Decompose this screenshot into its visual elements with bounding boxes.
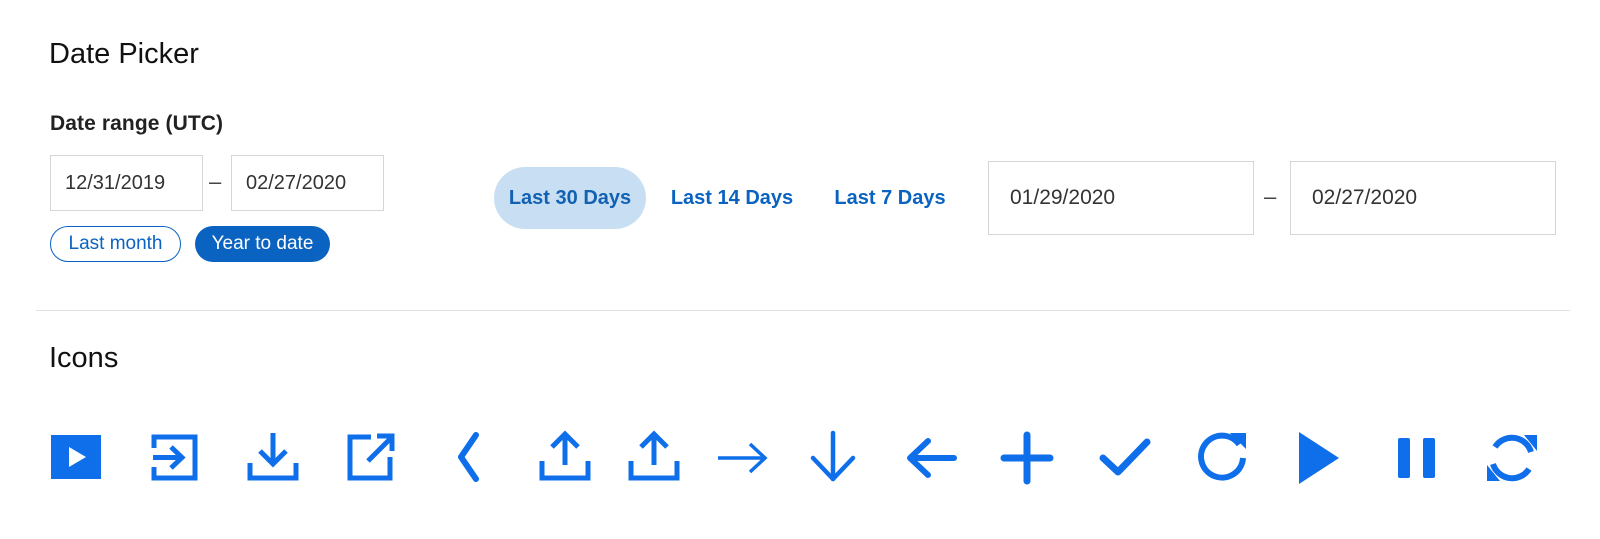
upload-alt-icon[interactable] — [626, 430, 682, 486]
start-date-input[interactable] — [50, 155, 203, 211]
range-start-input[interactable] — [988, 161, 1254, 235]
range-end-input[interactable] — [1290, 161, 1556, 235]
plus-icon[interactable] — [999, 430, 1055, 486]
chevron-left-icon[interactable] — [442, 430, 498, 486]
play-box-icon[interactable] — [48, 430, 104, 486]
date-range-label: Date range (UTC) — [50, 112, 224, 135]
icons-title: Icons — [49, 342, 119, 374]
arrow-down-icon[interactable] — [805, 430, 861, 486]
arrow-right-icon[interactable] — [716, 430, 772, 486]
redo-icon[interactable] — [1194, 430, 1250, 486]
upload-icon[interactable] — [537, 430, 593, 486]
icon-row — [0, 430, 1600, 486]
external-link-icon[interactable] — [344, 430, 400, 486]
refresh-icon[interactable] — [1484, 430, 1540, 486]
last-7-days-button[interactable]: Last 7 Days — [824, 167, 956, 229]
section-divider — [36, 310, 1570, 311]
year-to-date-button[interactable]: Year to date — [195, 226, 330, 262]
last-30-days-button[interactable]: Last 30 Days — [494, 167, 646, 229]
date-range-separator: – — [209, 169, 222, 194]
play-icon[interactable] — [1291, 430, 1347, 486]
sign-in-icon[interactable] — [147, 430, 203, 486]
check-icon[interactable] — [1097, 430, 1153, 486]
date-picker-title: Date Picker — [49, 38, 199, 70]
last-14-days-button[interactable]: Last 14 Days — [660, 167, 804, 229]
arrow-left-icon[interactable] — [902, 430, 958, 486]
pause-icon[interactable] — [1389, 430, 1445, 486]
last-month-button[interactable]: Last month — [50, 226, 181, 262]
download-icon[interactable] — [245, 430, 301, 486]
range-separator: – — [1264, 184, 1277, 209]
end-date-input[interactable] — [231, 155, 384, 211]
